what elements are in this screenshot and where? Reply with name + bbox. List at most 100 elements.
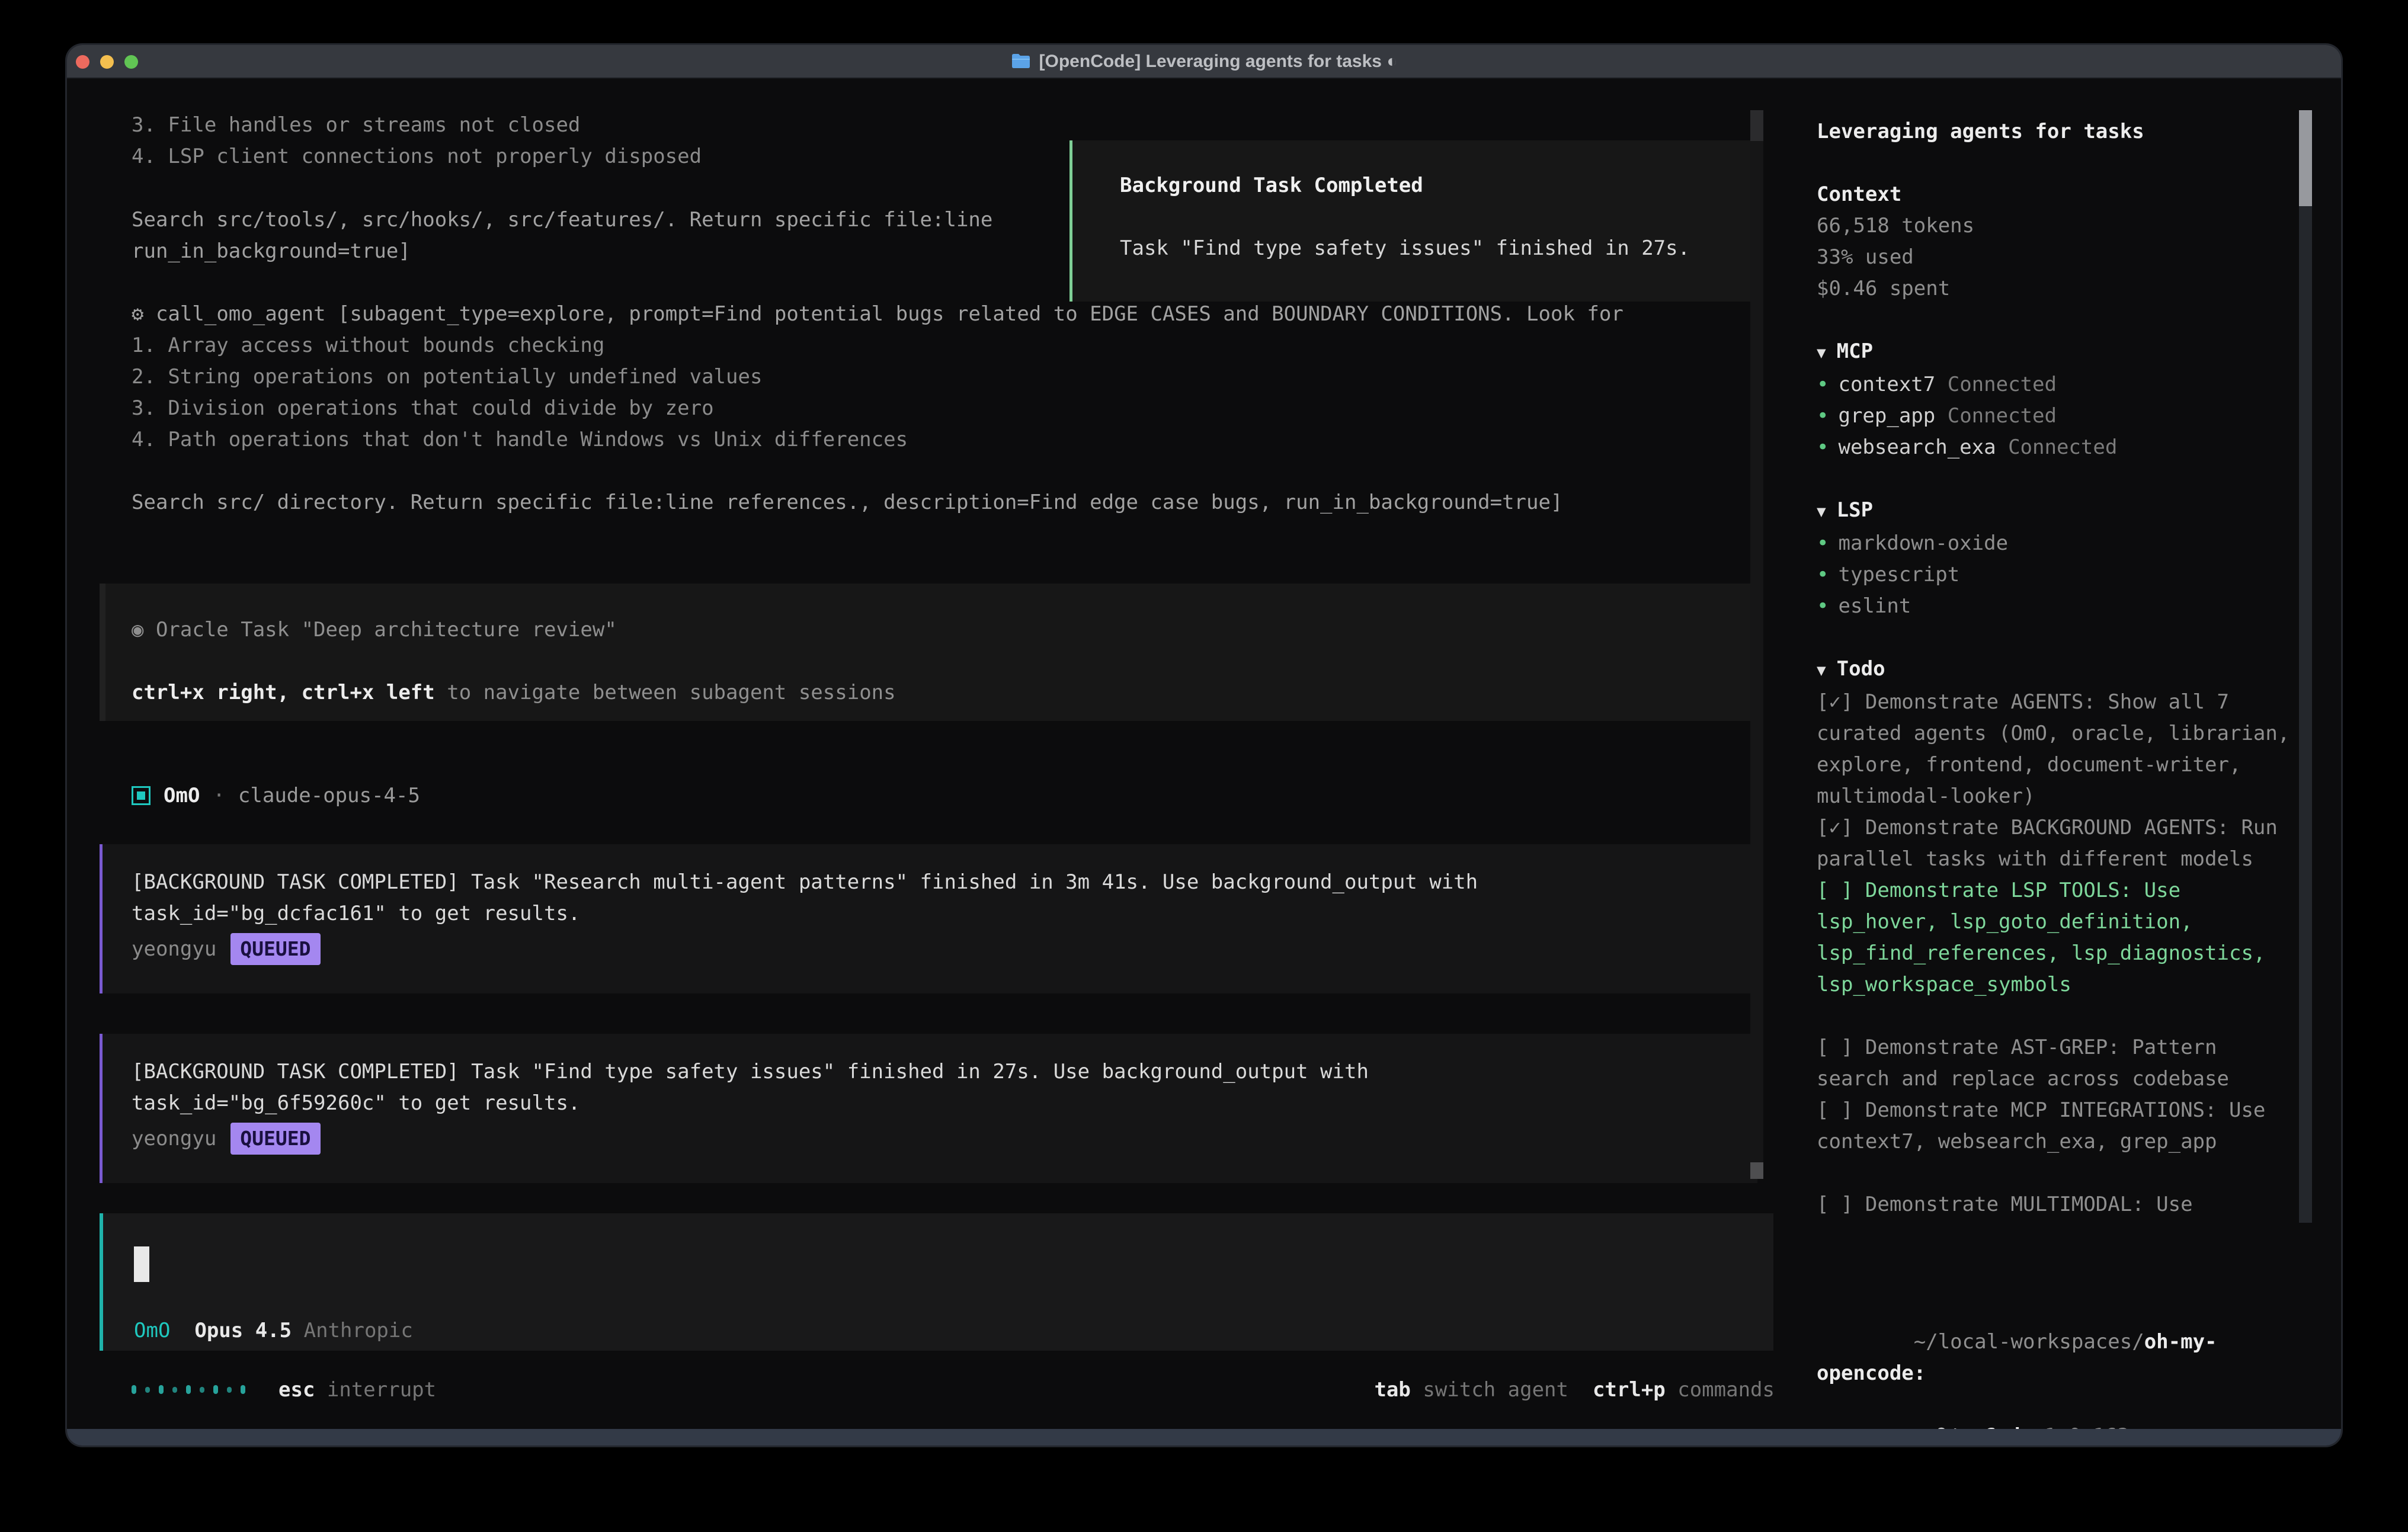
footer-provider-name: Anthropic [304, 1319, 413, 1342]
workspace-prefix: ~/local-workspaces/ [1914, 1330, 2144, 1354]
bullet-icon: • [1817, 531, 1829, 555]
ctrlp-shortcut-label: commands [1666, 1378, 1775, 1402]
footer-agent-name: OmO [134, 1319, 170, 1342]
context-used: 33% used [1817, 242, 2294, 273]
main-scrollbar-top-segment[interactable] [1750, 110, 1763, 141]
zoom-button[interactable] [124, 55, 138, 69]
ctrlp-shortcut: ctrl+p [1593, 1378, 1666, 1402]
mcp-item: •websearch_exa Connected [1817, 432, 2294, 463]
background-task-block: [BACKGROUND TASK COMPLETED] Task "Resear… [100, 844, 1757, 993]
lsp-item: •typescript [1817, 559, 2294, 591]
lsp-item: •eslint [1817, 591, 2294, 622]
minimize-button[interactable] [100, 55, 114, 69]
list-item: 1. Array access without bounds checking [132, 330, 604, 361]
title-wrap: [OpenCode] Leveraging agents for tasks ◐ [1011, 52, 1398, 72]
mcp-section-header[interactable]: ▼MCP [1817, 336, 2294, 369]
scrollback-line: Search src/ directory. Return specific f… [132, 487, 1562, 518]
bullet-icon: • [1817, 373, 1829, 396]
screen: [OpenCode] Leveraging agents for tasks ◐… [0, 0, 2408, 1532]
esc-shortcut: esc [278, 1378, 315, 1402]
traffic-lights [76, 55, 138, 69]
main-scrollbar-track[interactable] [1750, 110, 1763, 1177]
context-heading: Context [1817, 179, 2294, 210]
window-bottom-edge [67, 1429, 2341, 1446]
background-task-block: [BACKGROUND TASK COMPLETED] Task "Find t… [100, 1034, 1757, 1183]
task-message-line: task_id="bg_6f59260c" to get results. [132, 1091, 580, 1115]
tool-call-line: ⚙ call_omo_agent [subagent_type=explore,… [132, 299, 1624, 330]
spinner-icon [132, 1385, 245, 1394]
agent-name: OmO [164, 784, 200, 807]
bullet-icon: • [1817, 594, 1829, 618]
sidebar: Leveraging agents for tasks Context 66,5… [1817, 116, 2294, 1220]
titlebar: [OpenCode] Leveraging agents for tasks ◐ [67, 45, 2341, 79]
agent-model: claude-opus-4-5 [238, 784, 420, 807]
oracle-hint: ctrl+x right, ctrl+x left to navigate be… [132, 681, 896, 704]
task-user: yeongyu [132, 937, 216, 961]
chevron-down-icon: ▼ [1817, 662, 1826, 680]
input-footer: OmO Opus 4.5 Anthropic [134, 1319, 413, 1342]
hint-rest: to navigate between subagent sessions [435, 681, 896, 704]
toast-body: Task "Find type safety issues" finished … [1120, 236, 1690, 260]
close-button[interactable] [76, 55, 89, 69]
todo-item-pending: [ ] Demonstrate AST-GREP: Pattern search… [1817, 1032, 2294, 1095]
list-item: 2. String operations on potentially unde… [132, 361, 762, 393]
task-user: yeongyu [132, 1127, 216, 1150]
lsp-item: •markdown-oxide [1817, 528, 2294, 559]
esc-shortcut-label: interrupt [315, 1378, 436, 1402]
mcp-item: •grep_app Connected [1817, 400, 2294, 432]
oracle-task-title: ◉ Oracle Task "Deep architecture review" [132, 618, 617, 642]
prompt-input[interactable]: OmO Opus 4.5 Anthropic [100, 1213, 1773, 1351]
scrollback-line: run_in_background=true] [132, 236, 411, 267]
chevron-down-icon: ▼ [1817, 344, 1826, 362]
hint-keys: ctrl+x right, ctrl+x left [132, 681, 435, 704]
tab-shortcut-label: switch agent [1411, 1378, 1568, 1402]
bullet-icon: • [1817, 435, 1829, 459]
task-message-line: task_id="bg_dcfac161" to get results. [132, 902, 580, 925]
status-badge: QUEUED [230, 1123, 320, 1155]
scrollback-line: Search src/tools/, src/hooks/, src/featu… [132, 204, 992, 236]
task-meta: yeongyu QUEUED [132, 933, 321, 965]
oracle-task-panel: ◉ Oracle Task "Deep architecture review"… [100, 584, 1757, 721]
mcp-item: •context7 Connected [1817, 369, 2294, 400]
session-title: Leveraging agents for tasks [1817, 116, 2294, 148]
todo-item-done: [✓] Demonstrate AGENTS: Show all 7 curat… [1817, 687, 2294, 812]
context-spent: $0.46 spent [1817, 273, 2294, 305]
window-title: [OpenCode] Leveraging agents for tasks ◐ [1039, 52, 1398, 72]
tab-shortcut: tab [1374, 1378, 1410, 1402]
fisheye-icon: ◉ [132, 618, 143, 642]
list-item: 3. Division operations that could divide… [132, 393, 714, 424]
status-badge: QUEUED [230, 933, 320, 965]
footer-model-name: Opus 4.5 [170, 1319, 303, 1342]
sidebar-scrollbar-thumb[interactable] [2299, 110, 2312, 206]
scrollback-line: 4. LSP client connections not properly d… [132, 141, 702, 172]
todo-section-header[interactable]: ▼Todo [1817, 653, 2294, 687]
agent-checkbox-icon [132, 786, 150, 805]
status-bar: esc interrupt tab switch agent ctrl+p co… [132, 1374, 1775, 1405]
tool-call-text: call_omo_agent [subagent_type=explore, p… [156, 302, 1624, 326]
todo-item-pending: [ ] Demonstrate MULTIMODAL: Use [1817, 1189, 2294, 1220]
context-tokens: 66,518 tokens [1817, 210, 2294, 242]
list-item: 4. Path operations that don't handle Win… [132, 424, 908, 456]
text-cursor [134, 1246, 149, 1282]
lsp-section-header[interactable]: ▼LSP [1817, 495, 2294, 528]
task-meta: yeongyu QUEUED [132, 1123, 321, 1155]
agent-separator: · [213, 784, 225, 807]
toast-notification: Background Task Completed Task "Find typ… [1069, 140, 1754, 302]
bullet-icon: • [1817, 563, 1829, 586]
opencode-window: [OpenCode] Leveraging agents for tasks ◐… [67, 45, 2341, 1446]
gear-icon: ⚙ [132, 302, 143, 326]
folder-icon [1011, 53, 1031, 70]
statusbar-right: tab switch agent ctrl+p commands [1374, 1378, 1775, 1402]
task-message-line: [BACKGROUND TASK COMPLETED] Task "Resear… [132, 870, 1478, 894]
agent-header: OmO · claude-opus-4-5 [132, 778, 420, 813]
shortcut-gap [1568, 1378, 1593, 1402]
todo-item-done: [✓] Demonstrate BACKGROUND AGENTS: Run p… [1817, 812, 2294, 875]
scrollback-line: 3. File handles or streams not closed [132, 110, 580, 141]
toast-title: Background Task Completed [1120, 174, 1423, 197]
task-message-line: [BACKGROUND TASK COMPLETED] Task "Find t… [132, 1060, 1369, 1084]
sidebar-scrollbar-track[interactable] [2299, 110, 2312, 1223]
main-scrollbar-thumb[interactable] [1750, 1162, 1763, 1179]
todo-item-pending: [ ] Demonstrate MCP INTEGRATIONS: Use co… [1817, 1095, 2294, 1158]
todo-item-active: [ ] Demonstrate LSP TOOLS: Use lsp_hover… [1817, 875, 2294, 1001]
bullet-icon: • [1817, 404, 1829, 428]
